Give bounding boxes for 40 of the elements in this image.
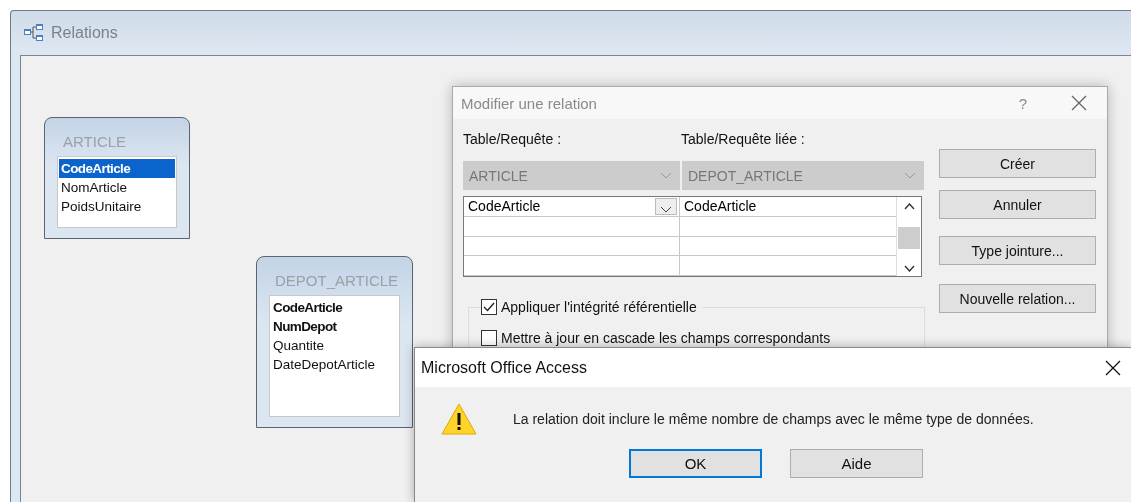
- scrollbar[interactable]: [896, 197, 921, 276]
- dropdown-button[interactable]: [655, 198, 677, 215]
- dialog-button[interactable]: Annuler: [939, 190, 1096, 219]
- dialog-button[interactable]: Aide: [790, 449, 923, 478]
- field-item[interactable]: NomArticle: [59, 178, 129, 197]
- related-table-label: Table/Requête liée :: [681, 131, 805, 149]
- chevron-icon: [904, 171, 916, 180]
- table-card[interactable]: DEPOT_ARTICLE CodeArticle NumDepot Quantite DateDepotArticle: [256, 256, 413, 428]
- field-item[interactable]: PoidsUnitaire: [59, 197, 144, 216]
- chevron-icon: [660, 206, 672, 214]
- scroll-up-icon[interactable]: [903, 203, 915, 210]
- field-item[interactable]: CodeArticle: [271, 298, 345, 317]
- option-label: Appliquer l'intégrité référentielle: [501, 299, 697, 315]
- field-item[interactable]: CodeArticle: [59, 159, 175, 178]
- field-item[interactable]: DateDepotArticle: [271, 355, 378, 374]
- checkbox[interactable]: [481, 299, 497, 315]
- close-icon[interactable]: [1105, 359, 1121, 376]
- dialog-button[interactable]: OK: [629, 449, 762, 478]
- window-title: Relations: [51, 24, 118, 42]
- dialog-button[interactable]: Type jointure...: [939, 236, 1096, 265]
- table-label: Table/Requête :: [463, 131, 563, 149]
- table-card[interactable]: ARTICLE CodeArticle NomArticle PoidsUnitaire: [44, 117, 190, 239]
- cell-text: CodeArticle: [468, 197, 541, 216]
- option-label: Mettre à jour en cascade les champs correspondants: [501, 330, 831, 346]
- field-cell[interactable]: CodeArticle: [464, 197, 680, 216]
- message-text: La relation doit inclure le même nombre de champs avec le même type de données.: [513, 411, 1034, 427]
- chevron-icon: [660, 171, 672, 180]
- table-name: ARTICLE: [62, 132, 128, 152]
- scroll-down-icon[interactable]: [903, 265, 915, 272]
- warning-icon: [441, 403, 477, 435]
- dialog-title: Modifier une relation: [461, 94, 598, 112]
- checkbox[interactable]: [481, 330, 497, 346]
- message-box-title: Microsoft Office Access: [421, 358, 588, 377]
- related-field-cell[interactable]: CodeArticle: [680, 197, 896, 216]
- relationship-icon: [23, 23, 45, 43]
- dialog-button[interactable]: Créer: [939, 149, 1096, 178]
- table-name: DEPOT_ARTICLE: [274, 271, 400, 291]
- field-item[interactable]: NumDepot: [271, 317, 339, 336]
- dialog-button[interactable]: Nouvelle relation...: [939, 284, 1096, 313]
- field-item[interactable]: Quantite: [271, 336, 327, 355]
